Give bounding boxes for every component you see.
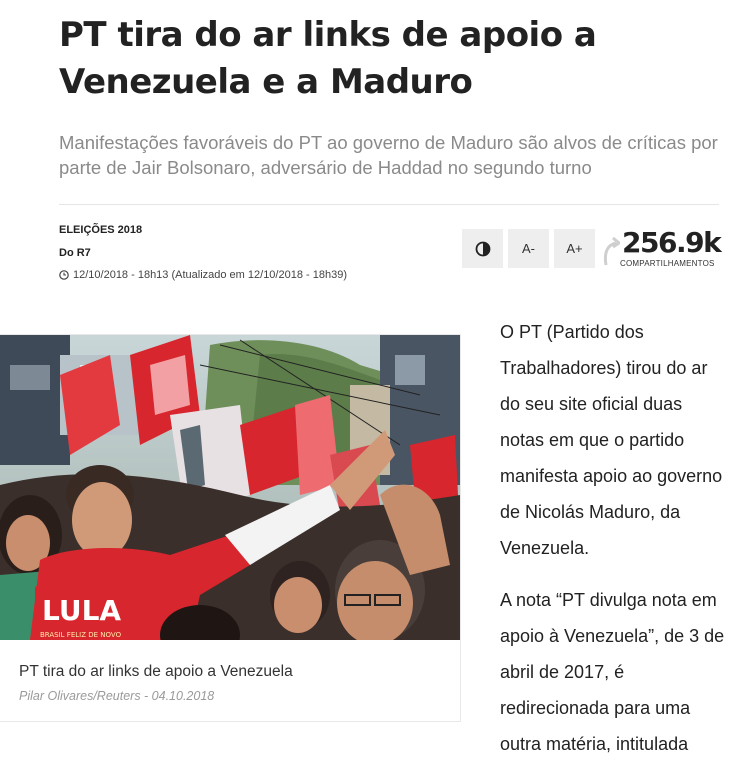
article-meta: ELEIÇÕES 2018 Do R7 12/10/2018 - 18h13 (… [59,222,459,283]
figure-caption: PT tira do ar links de apoio a Venezuela [19,663,293,680]
article-dateline: 12/10/2018 - 18h13 (Atualizado em 12/10/… [59,267,459,283]
share-counter[interactable]: 256.9k COMPARTILHAMENTOS [602,227,722,273]
figure-credit: Pilar Olivares/Reuters - 04.10.2018 [19,689,215,703]
contrast-icon [475,241,490,256]
article-subtitle: Manifestações favoráveis do PT ao govern… [59,132,718,178]
article-photo[interactable]: LULA BRASIL FELIZ DE NOVO [0,335,460,640]
lula-sign-subtext: BRASIL FELIZ DE NOVO [40,631,122,639]
share-arrow-icon [603,236,620,266]
article-body: O PT (Partido dos Trabalhadores) tirou d… [500,314,730,761]
rally-photo-illustration: LULA BRASIL FELIZ DE NOVO [0,335,460,640]
header-divider [59,204,719,205]
lula-sign-text: LULA [42,594,121,627]
body-paragraph-2: A nota “PT divulga nota em apoio à Venez… [500,590,725,754]
body-paragraph-1: O PT (Partido dos Trabalhadores) tirou d… [500,322,723,558]
reading-tools: A- A+ [462,229,595,268]
article-figure: LULA BRASIL FELIZ DE NOVO PT tira do ar … [0,334,461,722]
contrast-button[interactable] [462,229,503,268]
article-author: Do R7 [59,247,91,259]
share-label: COMPARTILHAMENTOS [620,259,715,268]
dateline-text: 12/10/2018 - 18h13 (Atualizado em 12/10/… [73,269,347,281]
share-count: 256.9k [622,226,722,259]
section-link[interactable]: ELEIÇÕES 2018 [59,222,459,238]
font-increase-button[interactable]: A+ [554,229,595,268]
font-decrease-button[interactable]: A- [508,229,549,268]
article-headline: PT tira do ar links de apoio a Venezuela… [59,15,597,102]
clock-icon [59,270,69,280]
